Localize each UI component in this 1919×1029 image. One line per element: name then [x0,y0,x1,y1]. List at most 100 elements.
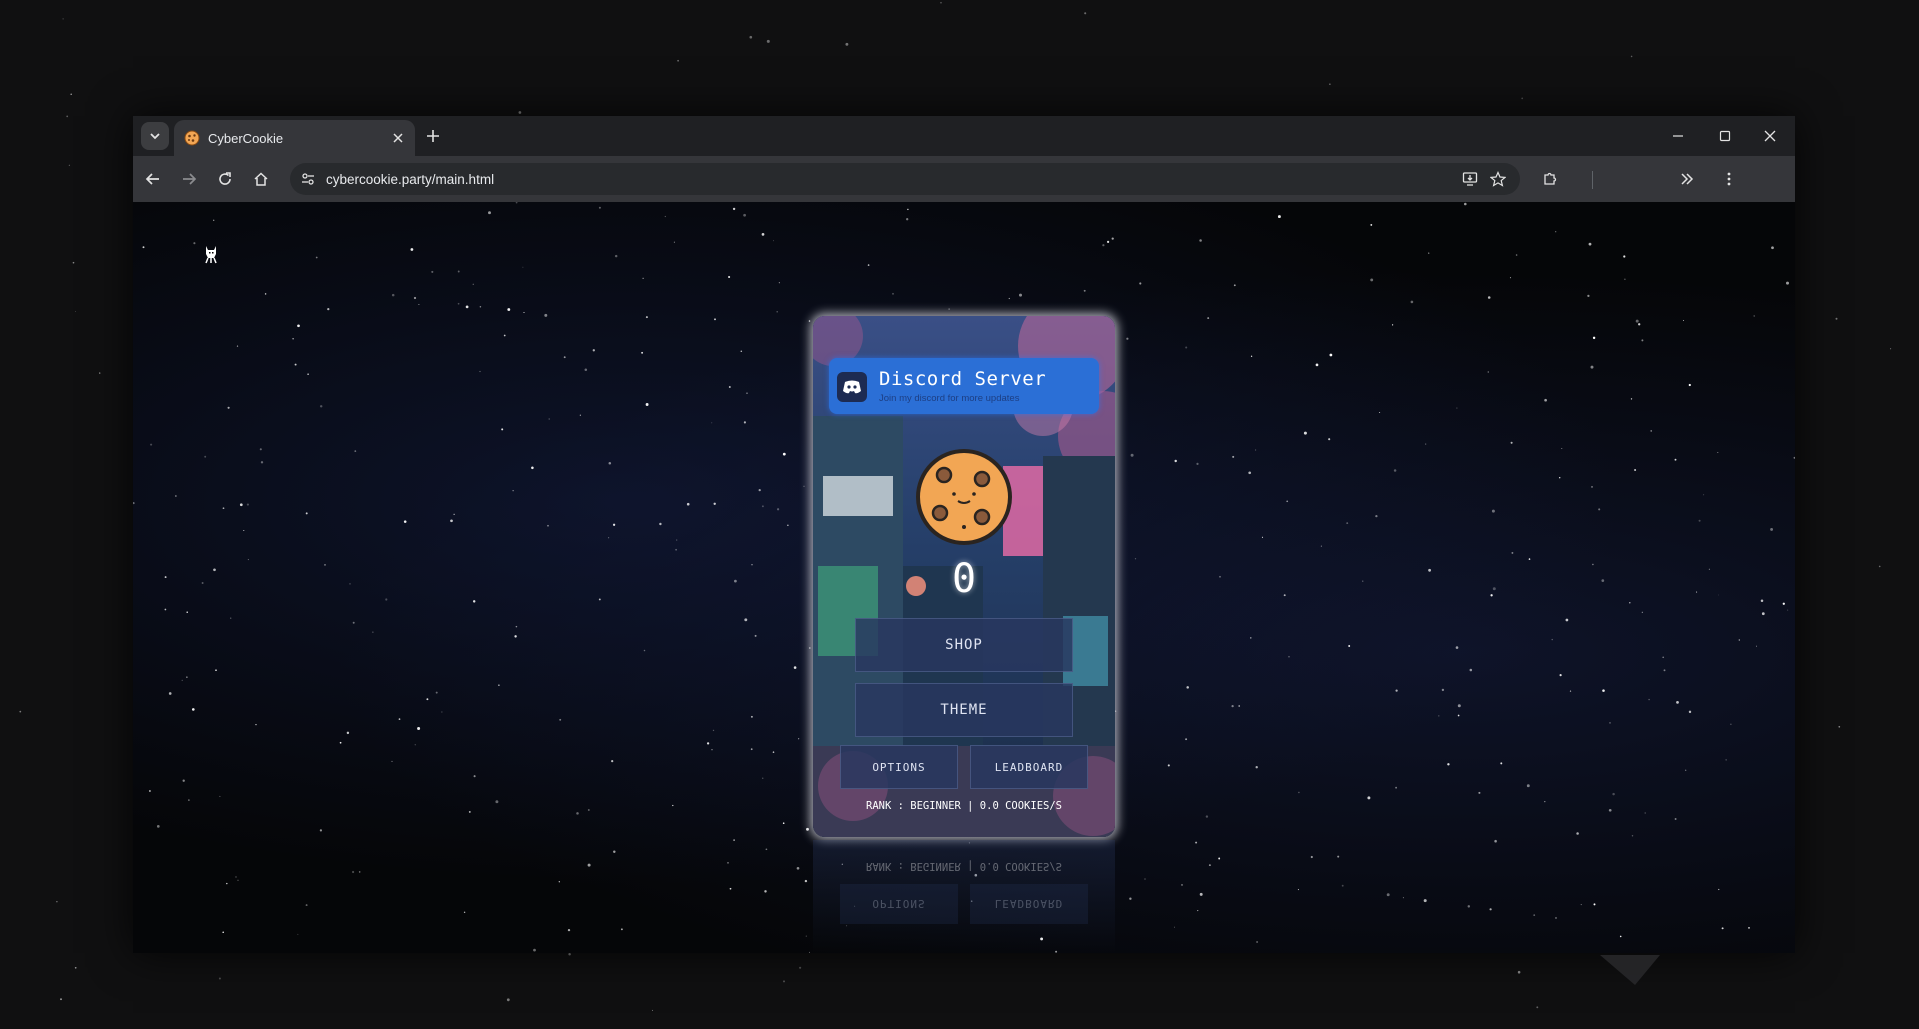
address-bar[interactable]: cybercookie.party/main.html [290,163,1520,195]
tab-cybercookie[interactable]: CyberCookie [174,120,415,156]
star [1730,723,1732,725]
star [1438,715,1440,717]
home-button[interactable] [247,165,275,193]
star [1379,411,1381,414]
star [1770,527,1774,531]
star [193,242,196,245]
star [213,568,216,572]
star [523,312,525,313]
star [239,503,243,507]
maximize-button[interactable] [1710,122,1740,150]
star [1370,223,1373,226]
star [498,684,500,686]
star [515,625,518,628]
more-tools-button[interactable] [1673,165,1701,193]
star [1410,300,1414,304]
shop-button[interactable]: SHOP [855,618,1073,672]
star [612,523,616,526]
star [1717,451,1719,454]
new-tab-button[interactable] [419,122,447,150]
star [1395,786,1397,789]
star [1329,353,1333,357]
star [1580,904,1582,906]
star [1457,704,1461,708]
star [643,649,646,652]
star [1288,655,1290,658]
star [62,18,64,20]
extensions-button[interactable] [1536,165,1564,193]
star [1536,1006,1539,1009]
star [327,307,330,311]
bookmark-button[interactable] [1484,165,1512,193]
star [339,741,342,744]
close-tab-button[interactable] [387,127,409,149]
star [548,418,550,420]
desktop-background: CyberCookie cybercookie.party/main.html … [0,0,1919,1029]
star [727,862,729,864]
star [1676,701,1679,704]
star [1402,897,1404,899]
star [1587,294,1590,298]
star [1428,568,1432,572]
star [533,948,536,952]
star [758,488,761,492]
leaderboard-button[interactable]: LEADBOARD [970,745,1088,789]
star [907,208,909,211]
discord-server-banner[interactable]: Discord Server Join my discord for more … [829,358,1099,414]
options-button[interactable]: OPTIONS [840,745,958,789]
cat-cursor-icon[interactable] [199,242,223,266]
star [1738,639,1740,641]
site-info-button[interactable] [298,169,318,189]
star [1674,458,1677,461]
star [793,666,797,669]
star [1787,609,1789,611]
star [1457,714,1460,717]
star [1698,519,1701,522]
star [150,443,153,446]
star [1565,618,1569,622]
star [1515,254,1518,256]
reload-button[interactable] [211,165,239,193]
star [804,879,808,883]
star [808,320,811,322]
star [1588,242,1592,246]
star [754,634,757,637]
star [1174,459,1177,463]
star [547,524,549,527]
star [659,522,662,526]
star [1708,568,1710,570]
toolbar-divider [1592,171,1593,189]
star [66,115,69,118]
star [1782,602,1785,605]
star [1517,970,1521,974]
star [435,691,438,694]
tab-search-button[interactable] [141,122,169,150]
close-window-button[interactable] [1755,122,1785,150]
star [1609,721,1611,724]
theme-button[interactable]: THEME [855,683,1073,737]
star [608,462,612,465]
star [733,839,735,841]
star [1703,494,1705,496]
cookie-button[interactable] [914,447,1014,547]
star [641,351,644,354]
browser-menu-button[interactable] [1715,165,1743,193]
star [1129,897,1132,900]
back-button[interactable] [139,165,167,193]
star [1551,638,1553,641]
star [1644,812,1646,814]
star [1725,759,1727,761]
home-icon [254,172,268,186]
star [1558,476,1561,479]
star [766,39,770,43]
url-text[interactable]: cybercookie.party/main.html [326,172,1456,187]
star [503,334,506,337]
install-app-button[interactable] [1456,165,1484,193]
forward-button[interactable] [175,165,203,193]
star [1255,766,1258,769]
minimize-button[interactable] [1663,122,1693,150]
star [1487,371,1489,373]
star [403,520,407,523]
star [1196,462,1199,465]
star [247,559,249,561]
